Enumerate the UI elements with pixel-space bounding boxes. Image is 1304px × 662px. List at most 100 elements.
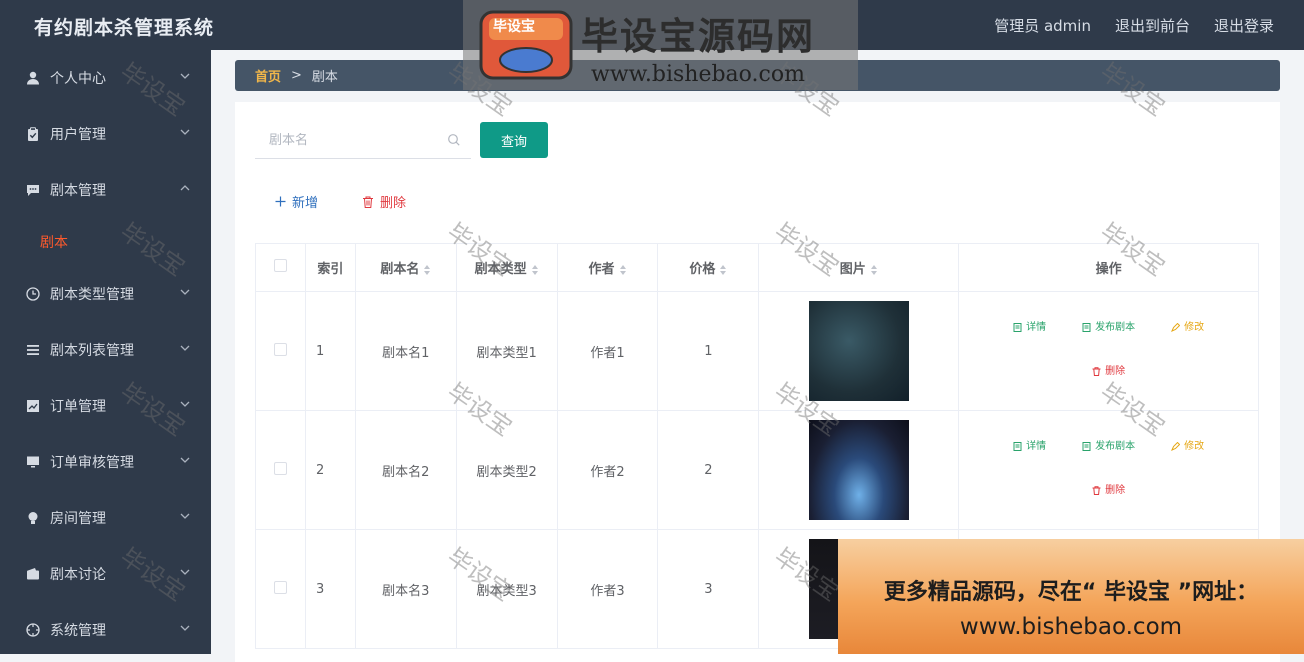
cell-price: 2 <box>657 410 760 530</box>
clipboard-icon <box>24 125 42 143</box>
delete-button[interactable]: 删除 <box>362 192 406 211</box>
cell-script-name: 剧本名2 <box>354 410 457 530</box>
sort-icon <box>619 264 626 275</box>
sidebar-item-label: 剧本类型管理 <box>50 287 134 303</box>
header-label: 剧本类型 <box>474 262 527 277</box>
header-label: 价格 <box>689 262 716 277</box>
add-button[interactable]: 新增 <box>275 192 318 211</box>
cell-script-type: 剧本类型1 <box>455 291 558 411</box>
header-label: 作者 <box>588 262 615 277</box>
cell-index: 3 <box>304 529 356 649</box>
chart-icon <box>24 397 42 415</box>
header-price[interactable]: 价格 <box>657 243 760 292</box>
sidebar-subitem-script[interactable]: 剧本 <box>0 218 211 266</box>
sidebar-item-system[interactable]: 系统管理 <box>0 602 211 658</box>
sidebar-item-room[interactable]: 房间管理 <box>0 490 211 546</box>
sort-icon <box>720 264 727 275</box>
chevron-down-icon <box>180 129 190 135</box>
cell-script-name: 剧本名1 <box>354 291 457 411</box>
clock-icon <box>24 285 42 303</box>
app-title: 有约剧本杀管理系统 <box>34 17 215 39</box>
list-icon <box>24 341 42 359</box>
chat-icon <box>24 181 42 199</box>
logo-badge-text: 毕设宝 <box>493 19 535 35</box>
chevron-down-icon <box>180 513 190 519</box>
row-checkbox[interactable] <box>273 342 287 356</box>
promo-banner: 更多精品源码，尽在“ 毕设宝 ”网址： www.bishebao.com <box>838 539 1304 654</box>
sidebar-item-label: 系统管理 <box>50 623 106 639</box>
promo-line-2: www.bishebao.com <box>959 614 1183 640</box>
script-name-input[interactable] <box>269 132 439 148</box>
sidebar-item-label: 剧本列表管理 <box>50 343 134 359</box>
sidebar-item-order[interactable]: 订单管理 <box>0 378 211 434</box>
bulb-icon <box>24 509 42 527</box>
watermark-logo: 毕设宝 毕设宝源码网 www.bishebao.com <box>463 0 858 90</box>
sidebar-item-discussion[interactable]: 剧本讨论 <box>0 546 211 602</box>
chevron-down-icon <box>180 289 190 295</box>
cell-script-type: 剧本类型2 <box>455 410 558 530</box>
search-icon <box>448 134 460 146</box>
row-select-cell <box>255 410 306 530</box>
logout-link[interactable]: 退出登录 <box>1214 15 1274 36</box>
wallet-icon <box>24 565 42 583</box>
query-button[interactable]: 查询 <box>480 122 548 158</box>
cell-index: 1 <box>304 291 356 411</box>
cell-operations: 详情 发布剧本 修改 删除 <box>958 410 1259 530</box>
chevron-up-icon <box>180 185 190 191</box>
breadcrumb-current: 剧本 <box>311 70 338 85</box>
publish-label: 发布剧本 <box>1095 440 1136 452</box>
row-checkbox[interactable] <box>273 461 287 475</box>
promo-line-1: 更多精品源码，尽在“ 毕设宝 ”网址： <box>883 580 1259 605</box>
chevron-down-icon <box>180 345 190 351</box>
sidebar-item-order-review[interactable]: 订单审核管理 <box>0 434 211 490</box>
logo-title: 毕设宝源码网 <box>581 15 815 58</box>
sidebar-item-profile[interactable]: 个人中心 <box>0 50 211 106</box>
sidebar-item-script-list[interactable]: 剧本列表管理 <box>0 322 211 378</box>
row-delete-button[interactable]: 删除 <box>1092 484 1126 496</box>
exit-to-front-link[interactable]: 退出到前台 <box>1115 15 1190 36</box>
cell-script-type: 剧本类型3 <box>455 529 558 649</box>
publish-label: 发布剧本 <box>1095 321 1136 333</box>
sidebar-item-label: 订单审核管理 <box>50 455 134 471</box>
cell-operations: 详情 发布剧本 修改 删除 <box>958 291 1259 411</box>
cell-index: 2 <box>304 410 356 530</box>
script-cover-image[interactable] <box>808 301 909 401</box>
compass-icon <box>24 621 42 639</box>
edit-button[interactable]: 修改 <box>1171 441 1204 452</box>
trash-icon <box>1092 367 1101 377</box>
sidebar: 个人中心 用户管理 剧本管理 剧本 剧本类型管理 剧本列表管理 订单管理 订单审… <box>0 50 211 654</box>
header-image[interactable]: 图片 <box>758 243 960 292</box>
sidebar-item-user-management[interactable]: 用户管理 <box>0 106 211 162</box>
cell-price: 1 <box>657 291 760 411</box>
row-checkbox[interactable] <box>273 580 287 594</box>
header-label: 图片 <box>839 262 866 277</box>
edit-label: 修改 <box>1184 321 1205 333</box>
detail-button[interactable]: 详情 <box>1013 322 1046 333</box>
script-cover-image[interactable] <box>808 420 909 520</box>
header-script-name[interactable]: 剧本名 <box>354 243 457 292</box>
row-delete-button[interactable]: 删除 <box>1092 365 1126 377</box>
chevron-down-icon <box>180 73 190 79</box>
edit-button[interactable]: 修改 <box>1171 321 1205 333</box>
row-delete-label: 删除 <box>1105 484 1126 496</box>
select-all-cell <box>255 243 306 292</box>
select-all-checkbox[interactable] <box>273 259 287 272</box>
admin-user-label[interactable]: 管理员 admin <box>994 15 1091 36</box>
header-index: 索引 <box>304 243 356 292</box>
row-delete-label: 删除 <box>1105 365 1126 377</box>
table-header-row: 索引 剧本名 剧本类型 作者 价格 图片 操作 <box>255 243 1259 292</box>
publish-script-button[interactable]: 发布剧本 <box>1082 440 1136 452</box>
header-script-type[interactable]: 剧本类型 <box>455 243 558 292</box>
detail-button[interactable]: 详情 <box>1013 440 1047 452</box>
top-right-links: 管理员 admin 退出到前台 退出登录 <box>994 15 1274 36</box>
pencil-icon <box>1171 323 1181 333</box>
publish-script-button[interactable]: 发布剧本 <box>1082 321 1136 333</box>
cell-author: 作者1 <box>556 291 659 411</box>
sidebar-item-label: 剧本管理 <box>50 183 106 199</box>
sidebar-item-script-type[interactable]: 剧本类型管理 <box>0 266 211 322</box>
breadcrumb-home[interactable]: 首页 <box>255 66 281 85</box>
sidebar-item-script-management[interactable]: 剧本管理 <box>0 162 211 218</box>
detail-label: 详情 <box>1026 440 1047 452</box>
header-author[interactable]: 作者 <box>556 243 659 292</box>
document-icon <box>1013 323 1022 333</box>
